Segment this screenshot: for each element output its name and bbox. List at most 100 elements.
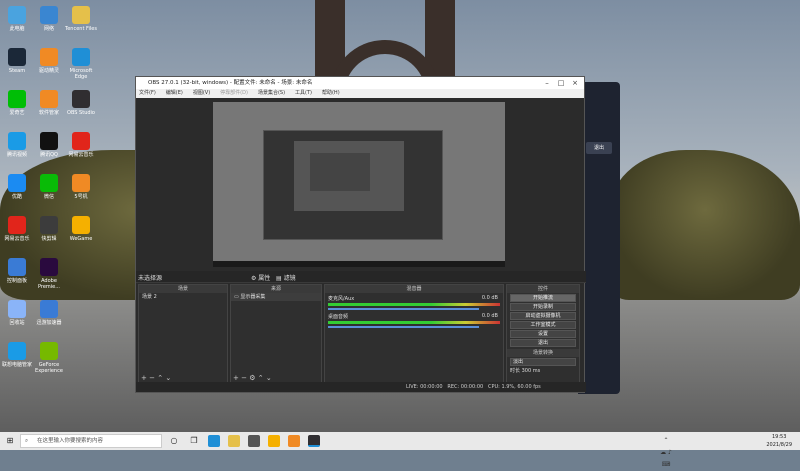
sources-dock: 来源 ▭ 显示器采集 + − ⚙ ⌃ ⌄ <box>230 284 322 384</box>
desktop-icon[interactable]: 迅游加速器 <box>32 298 66 326</box>
desktop-icon-label: 优酷 <box>11 194 22 200</box>
preview-canvas[interactable] <box>213 102 505 267</box>
filters-button[interactable]: ▤ 滤镜 <box>276 273 296 282</box>
desktop-icon[interactable]: 软件管家 <box>32 88 66 116</box>
virtual-camera-button[interactable]: 启动虚拟摄像机 <box>510 312 576 320</box>
transition-select[interactable]: 淡出 <box>510 358 576 366</box>
chrome-icon[interactable] <box>268 435 280 447</box>
menu-tools[interactable]: 工具(T) <box>295 89 312 98</box>
close-icon[interactable]: × <box>568 77 582 89</box>
source-item[interactable]: ▭ 显示器采集 <box>231 293 321 301</box>
menu-docks[interactable]: 停靠部件(D) <box>220 89 248 98</box>
desktop-icon-label: WeGame <box>69 236 93 242</box>
start-streaming-button[interactable]: 开始推流 <box>510 294 576 302</box>
file-explorer-icon[interactable] <box>228 435 240 447</box>
desktop-icon[interactable]: 网络 <box>32 4 66 32</box>
cortana-icon[interactable]: ○ <box>168 435 180 447</box>
desktop-icon[interactable]: 驱动精灵 <box>32 46 66 74</box>
preview-nested-obs-2 <box>294 141 404 211</box>
app-icon <box>8 90 26 108</box>
down-icon[interactable]: ⌄ <box>266 374 272 382</box>
preview-taskbar <box>213 261 505 267</box>
desktop-icon-label: Tencent Files <box>65 26 97 32</box>
start-windows-icon[interactable]: ⊞ <box>4 435 16 447</box>
desktop-icon[interactable]: OBS Studio <box>64 88 98 116</box>
obs-titlebar[interactable]: OBS 27.0.1 (32-bit, windows) - 配置文件: 未命名… <box>136 77 584 89</box>
desktop-icon[interactable]: 爱奇艺 <box>0 88 34 116</box>
desktop-icon[interactable]: 腾讯视频 <box>0 130 34 158</box>
desktop-icon[interactable]: Adobe Premie... <box>32 256 66 290</box>
app-icon <box>40 258 58 276</box>
remove-icon[interactable]: − <box>149 374 155 382</box>
obs-taskbar-icon[interactable] <box>308 435 320 447</box>
desktop-icon[interactable]: 网易云音乐 <box>64 130 98 158</box>
mixer-channel-mic: 麦克风/Aux 0.0 dB <box>328 295 500 311</box>
settings-button[interactable]: 设置 <box>510 330 576 338</box>
desktop-icon-label: Microsoft Edge <box>69 68 93 80</box>
rec-time: REC: 00:00:00 <box>447 384 484 390</box>
sources-dock-title: 来源 <box>231 285 321 293</box>
store-icon[interactable] <box>248 435 260 447</box>
down-icon[interactable]: ⌄ <box>165 374 171 382</box>
add-icon[interactable]: + <box>233 374 239 382</box>
volume-slider[interactable] <box>328 326 480 328</box>
desktop-icon[interactable]: Microsoft Edge <box>64 46 98 80</box>
desktop-icon[interactable]: 5号机 <box>64 172 98 200</box>
add-icon[interactable]: + <box>141 374 147 382</box>
desktop-icon[interactable]: 微信 <box>32 172 66 200</box>
channel-name: 麦克风/Aux <box>328 296 355 302</box>
desktop-icon[interactable]: 优酷 <box>0 172 34 200</box>
obs-window[interactable]: OBS 27.0.1 (32-bit, windows) - 配置文件: 未命名… <box>135 76 586 393</box>
up-icon[interactable]: ⌃ <box>258 374 264 382</box>
app-icon[interactable] <box>288 435 300 447</box>
menu-scene-collection[interactable]: 场景集合(S) <box>258 89 285 98</box>
cpu-fps: CPU: 1.9%, 60.00 fps <box>488 384 541 390</box>
volume-slider[interactable] <box>328 308 480 310</box>
desktop-icon[interactable]: 快剪辑 <box>32 214 66 242</box>
scene-item[interactable]: 场景 2 <box>139 293 227 301</box>
desktop-icon[interactable]: 回收站 <box>0 298 34 326</box>
minimize-icon[interactable]: – <box>540 77 554 89</box>
taskbar-search-input[interactable]: ⌕ 在这里输入你要搜索的内容 <box>20 434 162 448</box>
desktop-icon[interactable]: GeForce Experience <box>32 340 66 374</box>
properties-button[interactable]: ⚙ 属性 <box>251 273 270 282</box>
scenes-dock-title: 场景 <box>139 285 227 293</box>
menu-view[interactable]: 视图(V) <box>193 89 210 98</box>
menu-edit[interactable]: 编辑(E) <box>166 89 183 98</box>
desktop-icon[interactable]: 网易云音乐 <box>0 214 34 242</box>
channel-db: 0.0 dB <box>481 295 498 301</box>
desktop-icon[interactable]: 腾讯QQ <box>32 130 66 158</box>
gear-icon[interactable]: ⚙ <box>249 374 255 382</box>
source-toolbar: 未选择源 ⚙ 属性 ▤ 滤镜 <box>136 271 586 283</box>
desktop-icon-label: 迅游加速器 <box>36 320 62 326</box>
app-icon <box>40 216 58 234</box>
desktop-icon[interactable]: 此电脑 <box>0 4 34 32</box>
window-title: OBS 27.0.1 (32-bit, windows) - 配置文件: 未命名… <box>148 80 313 86</box>
exit-button[interactable]: 退出 <box>586 142 612 154</box>
app-icon <box>40 132 58 150</box>
desktop-icon[interactable]: Steam <box>0 46 34 74</box>
desktop-icon[interactable]: WeGame <box>64 214 98 242</box>
docks-area: 场景 场景 2 + − ⌃ ⌄ 来源 ▭ 显示器采集 + − ⚙ ⌃ ⌄ 混音器… <box>136 284 586 384</box>
tray-icons[interactable]: ⌃ ☁ ♪ ⌨ <box>660 435 672 468</box>
remove-icon[interactable]: − <box>241 374 247 382</box>
audio-mixer-dock: 混音器 麦克风/Aux 0.0 dB 桌面音频 0.0 dB <box>324 284 504 384</box>
maximize-icon[interactable]: □ <box>554 77 568 89</box>
menu-file[interactable]: 文件(F) <box>139 89 156 98</box>
exit-button[interactable]: 退出 <box>510 339 576 347</box>
start-recording-button[interactable]: 开始录制 <box>510 303 576 311</box>
system-clock[interactable]: 19:53 2021/8/29 <box>766 433 792 449</box>
desktop-icon-label: 网络 <box>43 26 54 32</box>
desktop-icon-label: Steam <box>8 68 26 74</box>
desktop-icon[interactable]: 联想电脑管家 <box>0 340 34 368</box>
controls-dock-title: 控件 <box>507 285 579 293</box>
duration-input[interactable]: 300 ms <box>522 368 541 374</box>
desktop-icon[interactable]: 控制面板 <box>0 256 34 284</box>
desktop-icon[interactable]: Tencent Files <box>64 4 98 32</box>
menu-help[interactable]: 帮助(H) <box>322 89 340 98</box>
edge-icon[interactable] <box>208 435 220 447</box>
up-icon[interactable]: ⌃ <box>157 374 163 382</box>
desktop-icon-label: 驱动精灵 <box>38 68 59 74</box>
studio-mode-button[interactable]: 工作室模式 <box>510 321 576 329</box>
task-view-icon[interactable]: ❐ <box>188 435 200 447</box>
